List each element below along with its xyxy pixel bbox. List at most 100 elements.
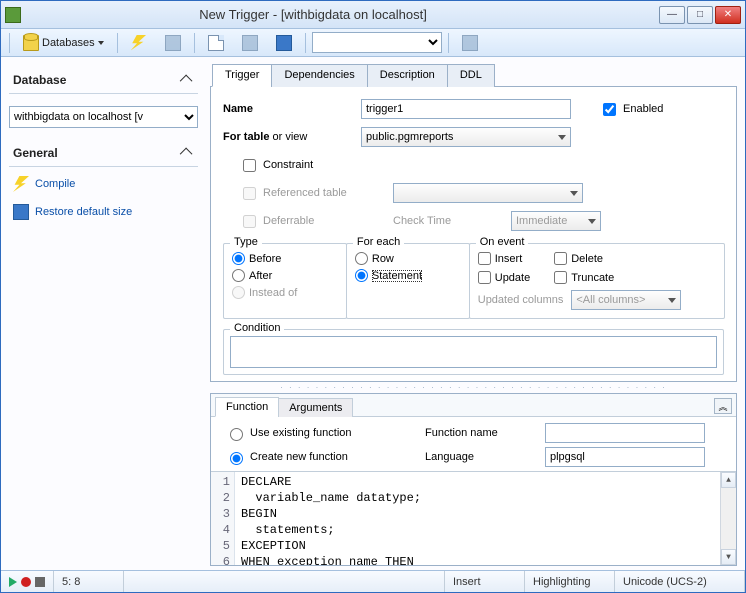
toolbar-button[interactable] bbox=[235, 32, 265, 54]
bolt-icon bbox=[131, 35, 147, 51]
editor-code[interactable]: DECLARE variable_name datatype; BEGIN st… bbox=[235, 472, 720, 565]
type-insteadof-radio: Instead of bbox=[232, 284, 338, 301]
type-before-radio[interactable]: Before bbox=[232, 250, 338, 267]
condition-input[interactable] bbox=[230, 336, 717, 368]
for-table-combo[interactable]: public.pgmreports bbox=[361, 127, 571, 147]
separator bbox=[9, 33, 10, 53]
stop-icon[interactable] bbox=[35, 577, 45, 587]
bolt-icon bbox=[13, 176, 29, 192]
close-button[interactable]: ✕ bbox=[715, 6, 741, 24]
restore-size-label: Restore default size bbox=[35, 206, 132, 218]
databases-label: Databases bbox=[42, 37, 95, 49]
status-highlighting: Highlighting bbox=[525, 571, 615, 592]
generic-icon bbox=[165, 35, 181, 51]
foreach-row-radio[interactable]: Row bbox=[355, 250, 461, 267]
enabled-checkbox[interactable]: Enabled bbox=[599, 100, 663, 119]
referenced-label: Referenced table bbox=[263, 187, 347, 199]
referenced-combo bbox=[393, 183, 583, 203]
toolbar-button[interactable] bbox=[269, 32, 299, 54]
enabled-checkbox-input[interactable] bbox=[603, 103, 616, 116]
tab-dependencies[interactable]: Dependencies bbox=[271, 64, 367, 87]
type-after-radio[interactable]: After bbox=[232, 267, 338, 284]
separator bbox=[448, 33, 449, 53]
enabled-label: Enabled bbox=[623, 103, 663, 115]
collapse-button[interactable]: ︽ bbox=[714, 398, 732, 414]
foreach-group: For each Row Statement bbox=[346, 243, 470, 319]
constraint-checkbox-input[interactable] bbox=[243, 159, 256, 172]
database-panel-header[interactable]: Database bbox=[9, 69, 198, 94]
maximize-button[interactable]: □ bbox=[687, 6, 713, 24]
foreach-legend: For each bbox=[353, 236, 404, 248]
create-new-radio[interactable]: Create new function bbox=[225, 449, 425, 465]
event-insert-checkbox[interactable]: Insert bbox=[478, 250, 530, 267]
event-update-checkbox[interactable]: Update bbox=[478, 269, 530, 286]
chevron-down-icon bbox=[668, 298, 676, 303]
onevent-legend: On event bbox=[476, 236, 529, 248]
database-header-label: Database bbox=[13, 73, 66, 87]
foreach-statement-radio[interactable]: Statement bbox=[355, 267, 461, 284]
scroll-up-button[interactable]: ▲ bbox=[721, 472, 736, 488]
function-name-input[interactable] bbox=[545, 423, 705, 443]
compile-label: Compile bbox=[35, 178, 75, 190]
deferrable-checkbox-input bbox=[243, 215, 256, 228]
code-editor[interactable]: 123456 DECLARE variable_name datatype; B… bbox=[211, 471, 736, 565]
referenced-checkbox: Referenced table bbox=[239, 184, 385, 203]
updated-columns-value: <All columns> bbox=[576, 294, 645, 306]
chevron-down-icon bbox=[570, 191, 578, 196]
subtab-arguments[interactable]: Arguments bbox=[278, 398, 353, 417]
constraint-label: Constraint bbox=[263, 159, 313, 171]
condition-legend: Condition bbox=[230, 322, 284, 334]
execute-button[interactable] bbox=[124, 32, 154, 54]
restore-size-link[interactable]: Restore default size bbox=[9, 201, 198, 223]
play-icon[interactable] bbox=[9, 577, 17, 587]
separator bbox=[305, 33, 306, 53]
chevron-down-icon bbox=[588, 219, 596, 224]
name-label: Name bbox=[223, 103, 353, 115]
chevron-up-icon bbox=[183, 146, 196, 160]
tab-description[interactable]: Description bbox=[367, 64, 448, 87]
separator bbox=[194, 33, 195, 53]
name-input[interactable] bbox=[361, 99, 571, 119]
event-truncate-checkbox[interactable]: Truncate bbox=[554, 269, 614, 286]
general-panel-header[interactable]: General bbox=[9, 142, 198, 167]
check-time-label: Check Time bbox=[393, 215, 503, 227]
database-icon bbox=[23, 35, 39, 51]
tab-trigger[interactable]: Trigger bbox=[212, 64, 272, 87]
databases-dropdown[interactable]: Databases bbox=[16, 32, 111, 54]
title-bar: New Trigger - [withbigdata on localhost]… bbox=[1, 1, 745, 29]
status-spacer bbox=[124, 571, 445, 592]
document-icon bbox=[208, 35, 224, 51]
chevron-up-icon bbox=[183, 73, 196, 87]
main-tabs: Trigger Dependencies Description DDL bbox=[210, 63, 737, 87]
window-buttons: — □ ✕ bbox=[659, 6, 741, 24]
function-panel: Function Arguments ︽ Use existing functi… bbox=[210, 393, 737, 566]
deferrable-label: Deferrable bbox=[263, 215, 314, 227]
minimize-button[interactable]: — bbox=[659, 6, 685, 24]
toolbar-button[interactable] bbox=[201, 32, 231, 54]
language-label: Language bbox=[425, 451, 545, 463]
trigger-form: Name Enabled For table or view public.pg… bbox=[210, 87, 737, 382]
tab-ddl[interactable]: DDL bbox=[447, 64, 495, 87]
database-select[interactable]: withbigdata on localhost [v bbox=[9, 106, 198, 128]
toolbar-button[interactable] bbox=[455, 32, 485, 54]
window-icon bbox=[276, 35, 292, 51]
event-delete-checkbox[interactable]: Delete bbox=[554, 250, 614, 267]
status-encoding: Unicode (UCS-2) bbox=[615, 571, 745, 592]
record-icon[interactable] bbox=[21, 577, 31, 587]
status-mode: Insert bbox=[445, 571, 525, 592]
editor-gutter: 123456 bbox=[211, 472, 235, 565]
scroll-down-button[interactable]: ▼ bbox=[721, 549, 736, 565]
main: Trigger Dependencies Description DDL Nam… bbox=[206, 57, 745, 570]
compile-link[interactable]: Compile bbox=[9, 173, 198, 195]
schema-combo[interactable] bbox=[312, 32, 442, 53]
use-existing-radio[interactable]: Use existing function bbox=[225, 425, 425, 441]
splitter[interactable]: · · · · · · · · · · · · · · · · · · · · … bbox=[210, 382, 737, 393]
window-title: New Trigger - [withbigdata on localhost] bbox=[0, 7, 659, 22]
subtab-function[interactable]: Function bbox=[215, 397, 279, 417]
constraint-checkbox[interactable]: Constraint bbox=[239, 156, 313, 175]
language-input[interactable] bbox=[545, 447, 705, 467]
toolbar-button[interactable] bbox=[158, 32, 188, 54]
editor-scrollbar[interactable]: ▲ ▼ bbox=[720, 472, 736, 565]
generic-icon bbox=[462, 35, 478, 51]
body: Database withbigdata on localhost [v Gen… bbox=[1, 57, 745, 570]
